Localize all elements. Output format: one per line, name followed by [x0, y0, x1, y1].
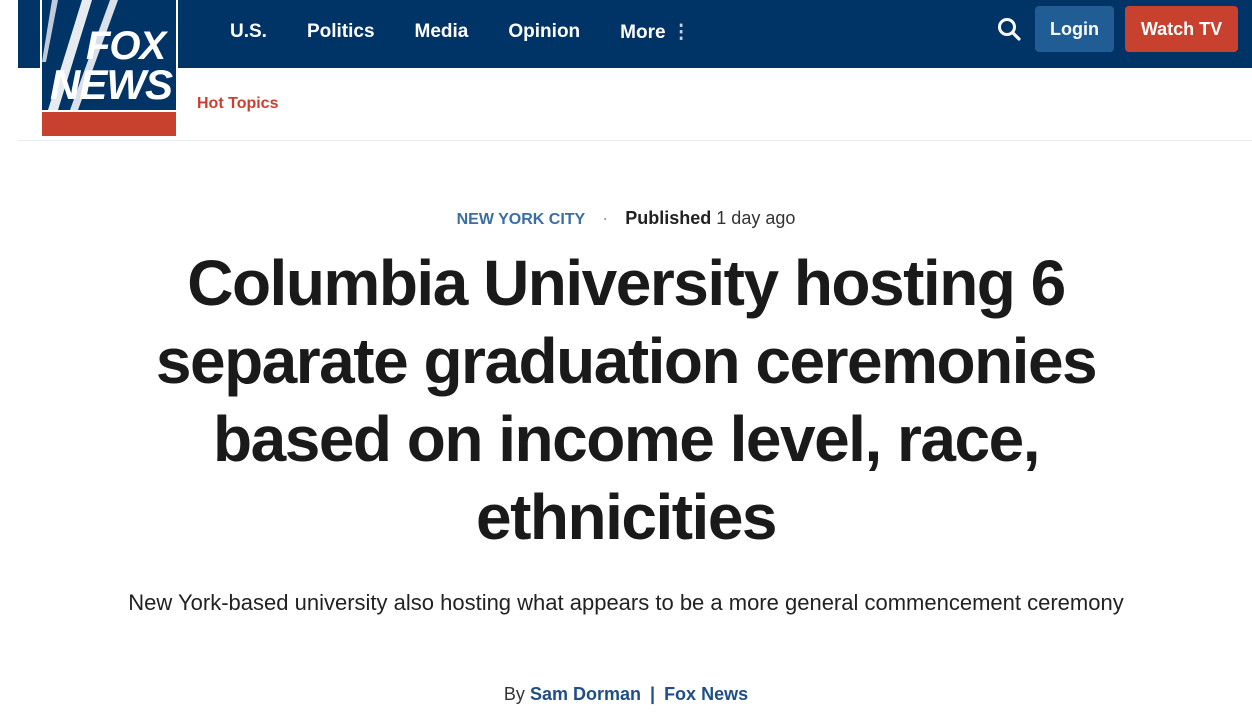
login-button[interactable]: Login: [1035, 6, 1114, 52]
author-link[interactable]: Sam Dorman: [530, 684, 641, 704]
published-label: Published: [625, 208, 712, 228]
byline-prefix: By: [503, 684, 525, 704]
article-meta: NEW YORK CITY · Published 1 day ago: [0, 208, 1252, 229]
byline-separator: |: [650, 684, 656, 704]
article-subheadline: New York-based university also hosting w…: [128, 590, 1124, 615]
logo-red-bar: [42, 112, 176, 136]
nav-item-politics[interactable]: Politics: [307, 21, 375, 43]
top-nav-bar: U.S. Politics Media Opinion More ⋮ Login …: [18, 0, 1252, 68]
logo-fox-text: FOX: [86, 24, 166, 68]
category-link[interactable]: NEW YORK CITY: [457, 211, 586, 228]
hot-topics-link[interactable]: Hot Topics: [197, 95, 278, 113]
nav-item-more[interactable]: More ⋮: [620, 21, 690, 44]
nav-item-more-label: More: [620, 21, 666, 43]
published-time: 1 day ago: [716, 208, 796, 228]
page: U.S. Politics Media Opinion More ⋮ Login …: [0, 0, 1252, 716]
article-headline: Columbia University hosting 6 separate g…: [155, 247, 1098, 553]
byline: By Sam Dorman | Fox News: [0, 684, 1252, 705]
primary-nav: U.S. Politics Media Opinion More ⋮: [230, 0, 731, 64]
nav-item-media[interactable]: Media: [415, 21, 469, 43]
logo-news-text: NEWS: [50, 61, 173, 108]
nav-item-opinion[interactable]: Opinion: [508, 21, 580, 43]
watch-tv-button[interactable]: Watch TV: [1125, 6, 1238, 52]
nav-item-us[interactable]: U.S.: [230, 21, 267, 43]
meta-dot-separator: ·: [602, 208, 609, 228]
outlet-link[interactable]: Fox News: [664, 684, 748, 704]
logo-mark: FOX NEWS: [42, 0, 176, 110]
more-kebab-icon: ⋮: [671, 21, 691, 43]
fox-news-logo[interactable]: FOX NEWS: [40, 0, 178, 138]
search-icon[interactable]: [996, 16, 1024, 44]
header-divider: [18, 140, 1252, 141]
